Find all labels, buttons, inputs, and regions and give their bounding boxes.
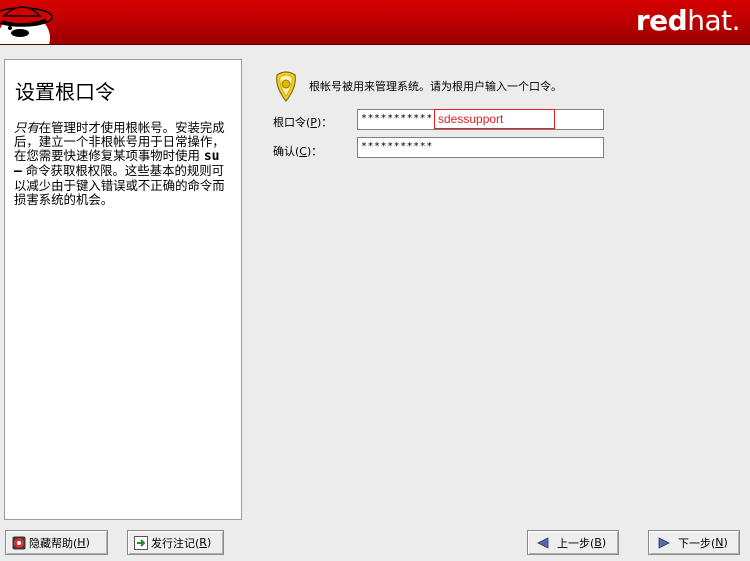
confirm-password-label: 确认(C)： <box>273 145 323 158</box>
help-text-emphasis: 只有 <box>14 120 39 135</box>
header-banner: redhat. <box>0 0 750 45</box>
redhat-wordmark: redhat. <box>635 4 741 37</box>
back-button[interactable]: 上一步(B) <box>527 530 619 555</box>
help-panel: 设置根口令 只有在管理时才使用根帐号。安装完成后，建立一个非根帐号用于日常操作，… <box>4 59 242 520</box>
help-text-part2: 命令获取根权限。这些基本的规则可以减少由于键入错误或不正确的命令而损害系统的机会… <box>14 163 225 207</box>
intro-text: 根帐号被用来管理系统。请为根用户输入一个口令。 <box>309 80 562 93</box>
password-annotation: sdessupport <box>434 109 555 129</box>
hide-help-button[interactable]: 隐藏帮助(H) <box>5 530 108 555</box>
back-arrow-icon <box>537 536 549 549</box>
help-text-part1: 在管理时才使用根帐号。安装完成后，建立一个非根帐号用于日常操作，在您需要快速修复… <box>14 120 225 163</box>
help-text: 只有在管理时才使用根帐号。安装完成后，建立一个非根帐号用于日常操作，在您需要快速… <box>14 121 233 207</box>
security-shield-icon <box>276 71 296 102</box>
root-password-label: 根口令(P)： <box>273 116 333 129</box>
help-title: 设置根口令 <box>15 80 115 104</box>
next-button[interactable]: 下一步(N) <box>648 530 740 555</box>
release-notes-button[interactable]: 发行注记(R) <box>127 530 224 555</box>
release-notes-icon <box>134 535 148 550</box>
confirm-password-field[interactable]: *********** <box>357 137 604 158</box>
next-arrow-icon <box>658 536 670 549</box>
hide-help-icon <box>12 536 26 549</box>
redhat-shadowman-logo <box>0 6 53 44</box>
